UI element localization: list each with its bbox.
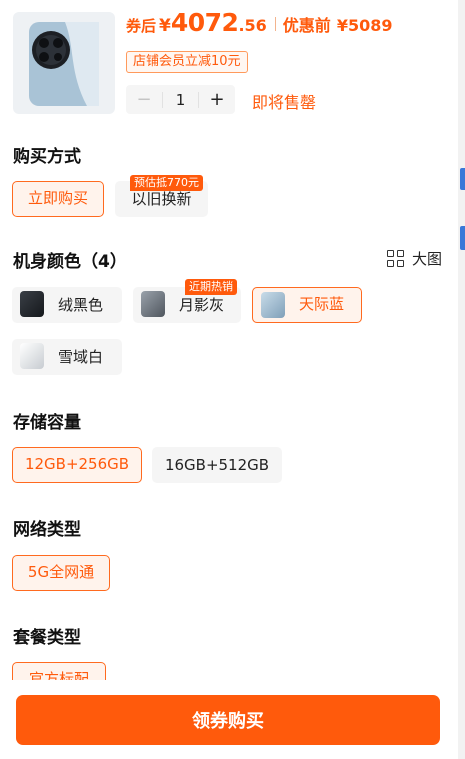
price-integer: 4072: [170, 8, 239, 37]
price-divider: [274, 17, 276, 31]
color-option-black[interactable]: 绒黑色: [12, 287, 122, 323]
stock-status: 即将售罄: [252, 93, 317, 112]
storage-title: 存储容量: [13, 413, 81, 433]
grey-swatch-thumbnail: [141, 291, 165, 317]
decrease-button[interactable]: −: [126, 89, 162, 110]
network-title: 网络类型: [13, 520, 81, 540]
original-price-label: 优惠前: [282, 16, 331, 35]
storage-option-512[interactable]: 16GB+512GB: [152, 447, 282, 483]
storage-option-256[interactable]: 12GB+256GB: [12, 447, 142, 483]
edge-marker: [460, 226, 465, 250]
black-swatch-thumbnail: [20, 291, 44, 317]
hot-seller-tag: 近期热销: [185, 279, 237, 295]
claim-coupon-buy-button[interactable]: 领券购买: [16, 695, 440, 745]
edge-marker: [460, 168, 465, 190]
network-option-5g[interactable]: 5G全网通: [12, 555, 110, 591]
color-option-white[interactable]: 雪域白: [12, 339, 122, 375]
background-page-edge: [458, 0, 465, 759]
white-swatch-thumbnail: [20, 343, 44, 369]
price-label: 券后: [126, 17, 157, 35]
quantity-value[interactable]: 1: [162, 91, 199, 108]
sku-selector-sheet: 券后 ¥ 4072 .56 优惠前 ¥5089 店铺会员立减10元 − 1 + …: [0, 0, 458, 759]
price-decimal: .56: [238, 16, 267, 35]
color-label: 天际蓝: [299, 295, 345, 313]
trade-in-estimate-tag: 预估抵770元: [130, 175, 203, 191]
phone-image: [29, 22, 99, 106]
color-label: 雪域白: [58, 348, 104, 366]
bundle-title: 套餐类型: [13, 628, 81, 648]
blue-swatch-thumbnail: [261, 292, 285, 318]
product-image: [13, 12, 115, 114]
color-option-blue[interactable]: 天际蓝: [252, 287, 362, 323]
original-price: ¥5089: [336, 16, 393, 35]
big-image-label: 大图: [412, 250, 443, 268]
currency-symbol: ¥: [159, 16, 171, 36]
member-coupon-badge: 店铺会员立减10元: [126, 51, 248, 73]
purchase-method-title: 购买方式: [13, 147, 81, 167]
color-label: 绒黑色: [58, 296, 104, 314]
color-title: 机身颜色（4）: [13, 252, 127, 272]
increase-button[interactable]: +: [199, 89, 235, 110]
grid-icon: [387, 250, 404, 267]
big-image-toggle[interactable]: 大图: [387, 248, 442, 269]
bottom-action-bar: 领券购买: [0, 680, 458, 759]
quantity-stepper: − 1 +: [126, 85, 235, 114]
option-buy-now[interactable]: 立即购买: [12, 181, 104, 217]
price-row: 券后 ¥ 4072 .56 优惠前 ¥5089: [126, 8, 392, 42]
